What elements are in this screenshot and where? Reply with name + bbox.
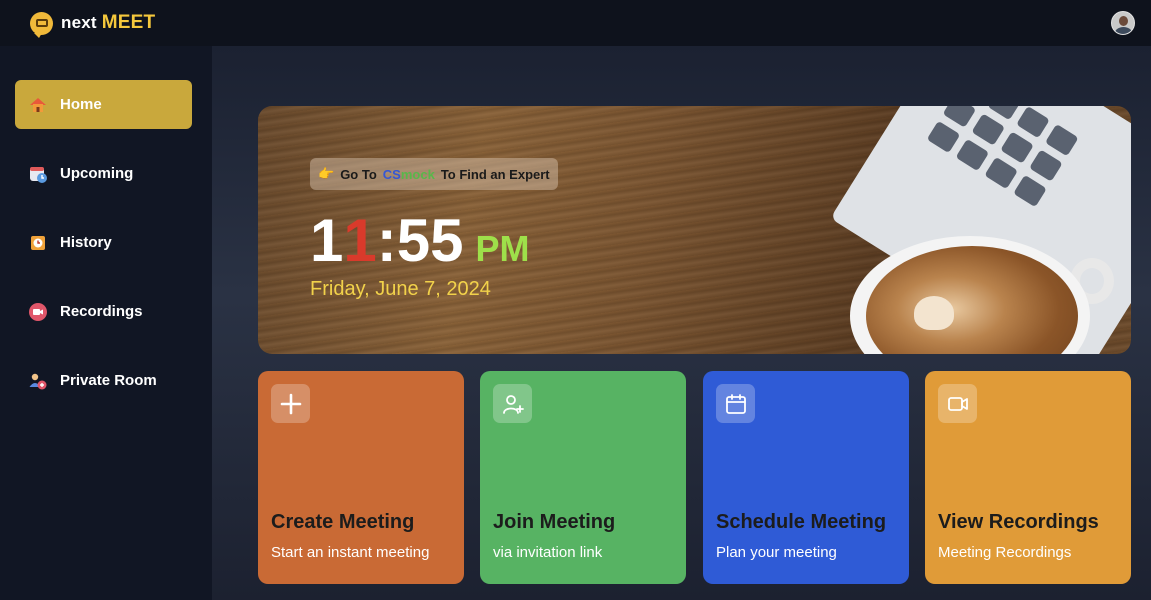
card-subtitle: Meeting Recordings — [938, 544, 1072, 561]
banner-prefix: Go To — [340, 166, 377, 182]
calendar-clock-icon — [28, 164, 48, 184]
brand-name: next MEET — [61, 12, 155, 34]
time-hour-digit-1: 1 — [310, 207, 344, 274]
sidebar-item-label: Private Room — [60, 372, 157, 389]
banner-brand: CSmock — [383, 167, 435, 182]
banner-brand-mock: mock — [400, 166, 435, 182]
sidebar: Home Upcoming History Recordings Private… — [0, 46, 212, 600]
expert-banner[interactable]: 👉 Go To CSmock To Find an Expert — [310, 158, 558, 190]
card-subtitle: Plan your meeting — [716, 544, 837, 561]
video-icon — [28, 302, 48, 322]
brand-word-2: MEET — [101, 12, 156, 33]
card-title: Create Meeting — [271, 511, 415, 533]
sidebar-item-recordings[interactable]: Recordings — [15, 287, 192, 336]
user-plus-icon — [493, 384, 532, 423]
brand[interactable]: next MEET — [30, 11, 155, 38]
clock-time: 1 1 :55 PM — [310, 206, 529, 275]
avatar[interactable] — [1111, 11, 1135, 35]
schedule-meeting-card[interactable]: Schedule Meeting Plan your meeting — [703, 371, 909, 584]
view-recordings-card[interactable]: View Recordings Meeting Recordings — [925, 371, 1131, 584]
card-subtitle: Start an instant meeting — [271, 544, 430, 561]
card-title: Schedule Meeting — [716, 511, 887, 533]
sidebar-item-upcoming[interactable]: Upcoming — [15, 149, 192, 198]
create-meeting-card[interactable]: Create Meeting Start an instant meeting — [258, 371, 464, 584]
chat-logo-icon — [30, 11, 53, 38]
hero-banner: 👉 Go To CSmock To Find an Expert 1 1 :55… — [258, 106, 1131, 354]
sidebar-item-label: Upcoming — [60, 165, 134, 182]
sidebar-item-label: Home — [60, 96, 102, 113]
card-title: Join Meeting — [493, 511, 616, 533]
pointing-hand-icon: 👉 — [318, 166, 335, 181]
current-date: Friday, June 7, 2024 — [310, 278, 491, 300]
video-camera-icon — [938, 384, 977, 423]
sidebar-item-home[interactable]: Home — [15, 80, 192, 129]
time-minutes: :55 — [376, 207, 464, 274]
time-hour-digit-2: 1 — [343, 207, 377, 274]
sidebar-item-private-room[interactable]: Private Room — [15, 356, 192, 405]
history-icon — [28, 233, 48, 253]
top-bar: next MEET — [0, 0, 1151, 46]
card-title: View Recordings — [938, 511, 1099, 533]
card-subtitle: via invitation link — [493, 544, 603, 561]
sidebar-item-label: History — [60, 234, 112, 251]
join-meeting-card[interactable]: Join Meeting via invitation link — [480, 371, 686, 584]
users-icon — [28, 371, 48, 391]
time-ampm: PM — [475, 228, 530, 269]
sidebar-item-history[interactable]: History — [15, 218, 192, 267]
plus-icon — [271, 384, 310, 423]
latte-art-image — [914, 296, 954, 330]
banner-suffix: To Find an Expert — [440, 166, 550, 182]
brand-word-1: next — [61, 13, 97, 32]
banner-brand-cs: CS — [382, 166, 401, 182]
calendar-icon — [716, 384, 755, 423]
sidebar-item-label: Recordings — [60, 303, 143, 320]
home-icon — [28, 95, 48, 115]
